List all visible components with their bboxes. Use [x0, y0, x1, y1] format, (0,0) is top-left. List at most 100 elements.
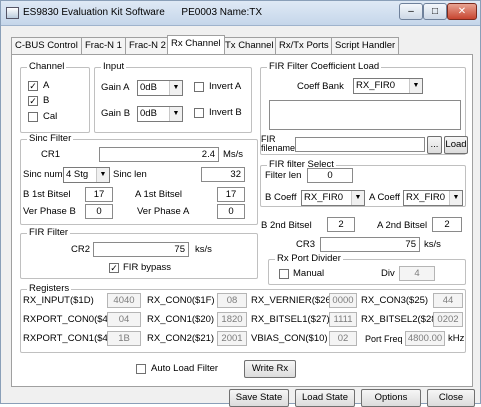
port-freq-readout: 4800.00 [405, 331, 445, 346]
register-label: RXPORT_CON0($40) [23, 314, 117, 325]
check-icon: ✓ [110, 263, 118, 273]
channel-b-checkbox[interactable]: ✓ [28, 96, 38, 106]
tab-frac-n-1[interactable]: Frac-N 1 [81, 37, 126, 54]
channel-cal-label: Cal [43, 111, 58, 122]
chevron-down-icon: ▼ [351, 191, 364, 205]
auto-load-filter-checkbox[interactable] [136, 364, 146, 374]
gain-b-value: 0dB [140, 108, 157, 119]
browse-button[interactable]: ... [427, 136, 442, 154]
rx-channel-panel: Channel ✓ A ✓ B Cal Input Gain A 0dB ▼ I… [11, 54, 473, 387]
filter-len-label: Filter len [265, 170, 302, 181]
close-button[interactable]: Close [427, 389, 475, 407]
register-label: RX_BITSEL2($28) [361, 314, 440, 325]
div-label: Div [381, 268, 395, 279]
gain-b-label: Gain B [101, 108, 131, 119]
app-icon [6, 7, 19, 19]
register-label: RX_CON3($25) [361, 295, 429, 306]
ver-phase-a-input[interactable]: 0 [217, 204, 245, 219]
manual-checkbox[interactable] [279, 269, 289, 279]
input-group: Input Gain A 0dB ▼ Invert A Gain B 0dB ▼… [94, 61, 252, 133]
register-label: RX_VERNIER($26) [251, 295, 334, 306]
cr1-input[interactable]: 2.4 [99, 147, 219, 162]
window-title: ES9830 Evaluation Kit Software PE0003 Na… [23, 7, 263, 18]
gain-a-value: 0dB [140, 82, 157, 93]
sinc-len-input[interactable]: 32 [201, 167, 245, 182]
invert-b-label: Invert B [209, 107, 242, 118]
invert-b-checkbox[interactable] [194, 108, 204, 118]
fir-filename-label: FIR filename [261, 134, 296, 153]
fir-filter-title: FIR Filter [27, 227, 71, 238]
write-rx-button[interactable]: Write Rx [244, 360, 296, 378]
channel-cal-checkbox[interactable] [28, 112, 38, 122]
coeff-bank-select[interactable]: RX_FIR0 ▼ [353, 78, 423, 94]
sinc-filter-group: Sinc Filter CR1 2.4 Ms/s Sinc num 4 Stg … [20, 133, 258, 225]
gain-a-select[interactable]: 0dB ▼ [137, 80, 183, 96]
b-1st-bitsel-input[interactable]: 17 [85, 187, 113, 202]
chevron-down-icon: ▼ [409, 79, 422, 93]
save-state-button[interactable]: Save State [229, 389, 289, 407]
tab-script-handler[interactable]: Script Handler [331, 37, 400, 54]
fir-bypass-checkbox[interactable]: ✓ [109, 263, 119, 273]
cr2-input[interactable]: 75 [93, 242, 189, 257]
tab-cbus-control[interactable]: C-BUS Control [11, 37, 82, 54]
tab-rx-tx-ports[interactable]: Rx/Tx Ports [275, 37, 333, 54]
input-group-title: Input [101, 61, 127, 72]
coeff-text-area[interactable] [269, 100, 461, 130]
register-value: 44 [433, 293, 463, 308]
div-readout: 4 [399, 266, 435, 281]
fir-coeff-group-title: FIR Filter Coefficient Load [267, 61, 382, 72]
a-2nd-bitsel-input[interactable]: 2 [432, 217, 462, 232]
tab-rx-channel[interactable]: Rx Channel [167, 35, 225, 54]
gain-b-select[interactable]: 0dB ▼ [137, 106, 183, 122]
sinc-filter-title: Sinc Filter [27, 133, 74, 144]
register-label: RX_CON2($21) [147, 333, 215, 344]
register-label: VBIAS_CON($10) [251, 333, 328, 344]
title-bar: ES9830 Evaluation Kit Software PE0003 Na… [1, 1, 480, 26]
register-label: RX_BITSEL1($27) [251, 314, 330, 325]
ver-phase-b-label: Ver Phase B [23, 206, 76, 217]
auto-load-filter-label: Auto Load Filter [151, 363, 219, 374]
register-value: 0000 [329, 293, 357, 308]
sinc-num-select[interactable]: 4 Stg ▼ [63, 167, 110, 183]
register-label: RX_CON0($1F) [147, 295, 215, 306]
channel-group-title: Channel [27, 61, 67, 72]
channel-group: Channel ✓ A ✓ B Cal [20, 61, 90, 133]
close-window-button[interactable]: ✕ [447, 3, 477, 20]
tab-frac-n-2[interactable]: Frac-N 2 [125, 37, 170, 54]
register-value: 1B [107, 331, 141, 346]
b-1st-bitsel-label: B 1st Bitsel [23, 189, 71, 200]
cr3-input[interactable]: 75 [320, 237, 420, 252]
manual-label: Manual [293, 268, 325, 279]
port-freq-unit: kHz [448, 333, 465, 344]
channel-a-checkbox[interactable]: ✓ [28, 81, 38, 91]
register-label: RX_CON1($20) [147, 314, 215, 325]
registers-group: Registers RX_INPUT($1D) 4040 RX_CON0($1F… [20, 283, 466, 353]
channel-a-label: A [43, 80, 50, 91]
tab-tx-channel[interactable]: Tx Channel [221, 37, 278, 54]
check-icon: ✓ [29, 81, 37, 91]
load-state-button[interactable]: Load State [295, 389, 355, 407]
a-1st-bitsel-input[interactable]: 17 [217, 187, 245, 202]
options-button[interactable]: Options [361, 389, 421, 407]
load-button[interactable]: Load [444, 136, 468, 154]
a-1st-bitsel-label: A 1st Bitsel [135, 189, 182, 200]
fir-filter-select-group: FIR filter Select Filter len 0 B Coeff R… [260, 159, 466, 207]
fir-filename-input[interactable] [295, 137, 425, 152]
minimize-button[interactable]: – [399, 3, 423, 20]
invert-a-checkbox[interactable] [194, 82, 204, 92]
chevron-down-icon: ▼ [449, 191, 462, 205]
b-coeff-select[interactable]: RX_FIR0 ▼ [301, 190, 365, 206]
register-value: 1111 [329, 312, 357, 327]
cr2-label: CR2 [71, 244, 91, 255]
a-coeff-select[interactable]: RX_FIR0 ▼ [403, 190, 463, 206]
maximize-button[interactable]: □ [423, 3, 447, 20]
rx-port-divider-title: Rx Port Divider [275, 253, 343, 264]
register-value: 4040 [107, 293, 141, 308]
chevron-down-icon: ▼ [96, 168, 109, 182]
register-value: 02 [329, 331, 357, 346]
ver-phase-b-input[interactable]: 0 [85, 204, 113, 219]
filter-len-input[interactable]: 0 [307, 168, 353, 183]
b-2nd-bitsel-input[interactable]: 2 [327, 217, 355, 232]
register-value: 2001 [217, 331, 247, 346]
sinc-len-label: Sinc len [113, 169, 147, 180]
